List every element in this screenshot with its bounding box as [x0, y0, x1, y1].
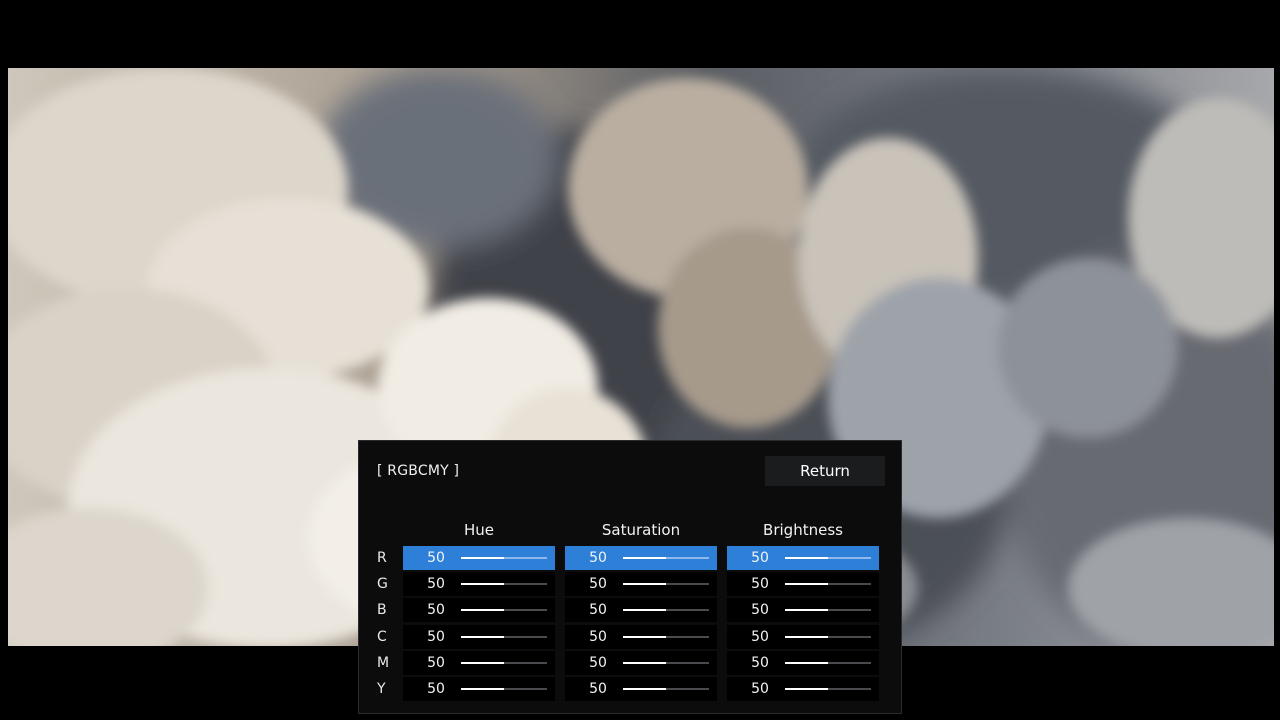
slider-fill: [623, 557, 666, 559]
row-label-c: C: [377, 629, 387, 645]
slider-track[interactable]: [461, 557, 547, 559]
slider-fill: [461, 688, 504, 690]
slider-value: 50: [751, 602, 769, 618]
slider-b-brightness[interactable]: 50: [727, 598, 879, 622]
slider-r-saturation[interactable]: 50: [565, 546, 717, 570]
rgbcmy-settings-panel: [ RGBCMY ] Return Hue Saturation Brightn…: [358, 440, 902, 714]
slider-y-hue[interactable]: 50: [403, 677, 555, 701]
slider-value: 50: [751, 550, 769, 566]
slider-track[interactable]: [785, 636, 871, 638]
slider-g-brightness[interactable]: 50: [727, 572, 879, 596]
slider-fill: [461, 636, 504, 638]
slider-value: 50: [589, 629, 607, 645]
slider-fill: [461, 583, 504, 585]
slider-fill: [623, 636, 666, 638]
return-button[interactable]: Return: [765, 456, 885, 486]
slider-c-hue[interactable]: 50: [403, 625, 555, 649]
slider-m-brightness[interactable]: 50: [727, 651, 879, 675]
slider-fill: [623, 609, 666, 611]
slider-track[interactable]: [461, 609, 547, 611]
slider-fill: [785, 557, 828, 559]
slider-value: 50: [427, 655, 445, 671]
column-header-saturation: Saturation: [601, 521, 681, 539]
slider-c-brightness[interactable]: 50: [727, 625, 879, 649]
slider-value: 50: [589, 602, 607, 618]
slider-track[interactable]: [785, 557, 871, 559]
row-label-b: B: [377, 602, 387, 618]
slider-m-saturation[interactable]: 50: [565, 651, 717, 675]
slider-c-saturation[interactable]: 50: [565, 625, 717, 649]
slider-track[interactable]: [623, 688, 709, 690]
slider-fill: [461, 557, 504, 559]
slider-b-saturation[interactable]: 50: [565, 598, 717, 622]
slider-fill: [785, 583, 828, 585]
slider-value: 50: [589, 576, 607, 592]
slider-track[interactable]: [785, 583, 871, 585]
slider-y-saturation[interactable]: 50: [565, 677, 717, 701]
slider-b-hue[interactable]: 50: [403, 598, 555, 622]
row-label-y: Y: [377, 681, 386, 697]
slider-fill: [785, 688, 828, 690]
slider-value: 50: [427, 602, 445, 618]
slider-y-brightness[interactable]: 50: [727, 677, 879, 701]
slider-value: 50: [751, 576, 769, 592]
slider-value: 50: [589, 681, 607, 697]
row-label-m: M: [377, 655, 390, 671]
panel-title: [ RGBCMY ]: [377, 463, 460, 479]
row-label-r: R: [377, 550, 387, 566]
slider-value: 50: [751, 655, 769, 671]
slider-value: 50: [427, 550, 445, 566]
slider-value: 50: [589, 550, 607, 566]
slider-m-hue[interactable]: 50: [403, 651, 555, 675]
slider-g-saturation[interactable]: 50: [565, 572, 717, 596]
slider-fill: [623, 688, 666, 690]
slider-fill: [623, 662, 666, 664]
slider-track[interactable]: [785, 688, 871, 690]
column-header-hue: Hue: [463, 521, 494, 539]
slider-fill: [785, 636, 828, 638]
slider-track[interactable]: [623, 583, 709, 585]
slider-track[interactable]: [623, 636, 709, 638]
slider-value: 50: [427, 629, 445, 645]
slider-value: 50: [751, 629, 769, 645]
slider-value: 50: [427, 576, 445, 592]
slider-r-brightness[interactable]: 50: [727, 546, 879, 570]
slider-fill: [623, 583, 666, 585]
slider-fill: [785, 609, 828, 611]
slider-fill: [785, 662, 828, 664]
slider-fill: [461, 662, 504, 664]
slider-value: 50: [427, 681, 445, 697]
slider-r-hue[interactable]: 50: [403, 546, 555, 570]
slider-track[interactable]: [461, 583, 547, 585]
slider-value: 50: [589, 655, 607, 671]
slider-track[interactable]: [461, 662, 547, 664]
column-header-brightness: Brightness: [763, 521, 843, 539]
row-label-g: G: [377, 576, 388, 592]
slider-track[interactable]: [623, 662, 709, 664]
slider-value: 50: [751, 681, 769, 697]
slider-track[interactable]: [461, 636, 547, 638]
slider-g-hue[interactable]: 50: [403, 572, 555, 596]
slider-track[interactable]: [623, 557, 709, 559]
slider-track[interactable]: [623, 609, 709, 611]
slider-track[interactable]: [785, 609, 871, 611]
slider-fill: [461, 609, 504, 611]
slider-track[interactable]: [785, 662, 871, 664]
slider-track[interactable]: [461, 688, 547, 690]
